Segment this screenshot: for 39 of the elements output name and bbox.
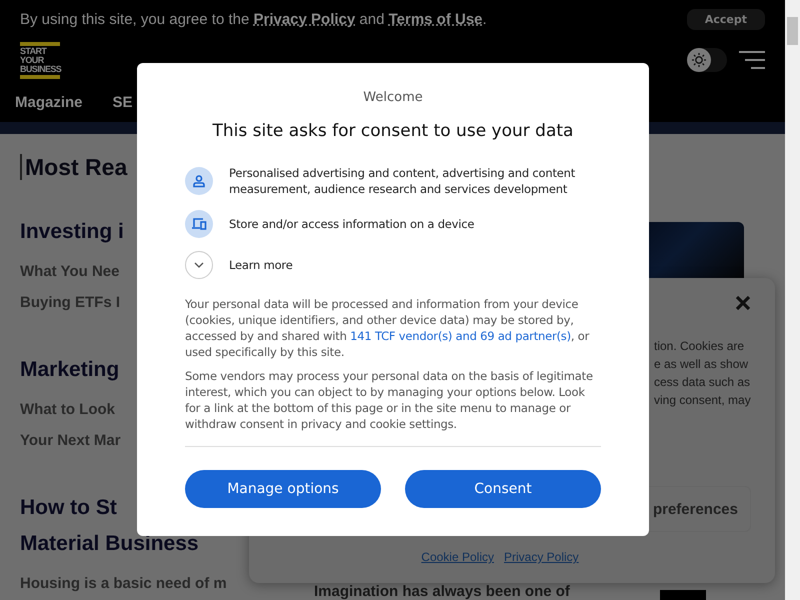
article-link[interactable]: Buying ETFs I [20, 287, 120, 318]
consent-button[interactable]: Consent [405, 470, 601, 508]
article-text: Imagination has always been one of [314, 584, 570, 600]
notice-text: By using this site, you agree to the Privacy Policy and Terms of Use. [20, 10, 487, 28]
policy-link[interactable]: Privacy Policy [504, 550, 579, 564]
privacy-policy-link[interactable]: Privacy Policy [253, 10, 356, 28]
article-link[interactable]: What to Look [20, 394, 115, 425]
article-link[interactable]: What You Nee [20, 256, 120, 287]
image-placeholder [660, 590, 706, 600]
vendors-link[interactable]: 141 TCF vendor(s) and 69 ad partner(s) [350, 329, 571, 343]
consent-paragraph: Some vendors may process your personal data on the basis of legitimate interest, which you can object to by managing your options below. Look for a link at the bottom of this page or in the site menu to manage or withdraw consent in privacy and cookie settings. [185, 368, 594, 432]
sun-icon [691, 52, 707, 68]
theme-toggle[interactable] [687, 48, 727, 72]
menu-icon[interactable] [739, 51, 765, 69]
scrollbar[interactable] [785, 0, 800, 600]
consent-paragraph: Your personal data will be processed and information from your device (cookies, unique identifiers, and other device data) may be stored by, accessed by and shared with 141 TCF vendor(s) and 69 ad partner(s), or used specifically by this site. [185, 296, 590, 360]
person-icon [185, 167, 213, 195]
purpose-text: Store and/or access information on a device [229, 216, 474, 232]
policy-link[interactable]: Cookie Policy [421, 550, 494, 564]
cookie-text-line: cess data such as [654, 374, 751, 391]
cookie-text-line: e as well as show [654, 356, 750, 373]
section-title: Most Rea [20, 154, 128, 180]
nav-link[interactable]: Magazine [15, 94, 83, 110]
logo[interactable]: START YOUR BUSINESS [20, 42, 60, 78]
cookie-text-line: tion. Cookies are [654, 338, 746, 355]
dialog-subtitle: Welcome [362, 90, 424, 105]
close-icon[interactable] [735, 295, 751, 311]
purpose-text: Personalised advertising and content, advertising and content measurement, audience research and services development [229, 165, 576, 197]
accept-button[interactable]: Accept [686, 8, 765, 30]
article-link[interactable]: Housing is a basic need of m [20, 568, 227, 599]
manage-options-button[interactable]: Manage options [185, 470, 381, 508]
nav-link[interactable]: SE [112, 94, 133, 110]
chevron-down-icon[interactable] [185, 251, 213, 279]
learn-more-link[interactable]: Learn more [229, 257, 293, 273]
article-link[interactable]: Your Next Mar [20, 425, 121, 456]
devices-icon [185, 210, 213, 238]
terms-of-use-link[interactable]: Terms of Use [388, 10, 483, 28]
cookie-text-line: ving consent, may [654, 392, 751, 409]
dialog-title: This site asks for consent to use your data [212, 121, 574, 141]
